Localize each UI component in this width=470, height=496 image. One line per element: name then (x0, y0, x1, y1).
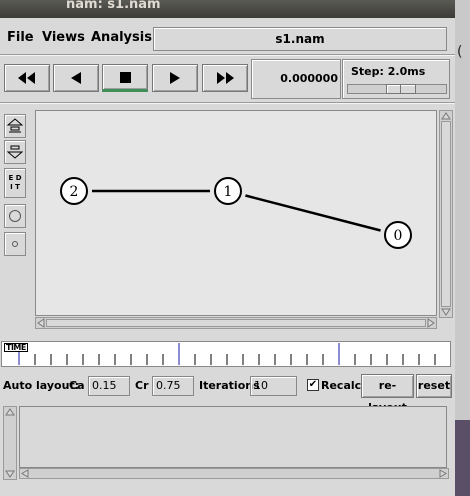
node-label: 2 (70, 184, 79, 200)
scroll-left-arrow-icon (21, 469, 29, 478)
node-label: 1 (224, 184, 233, 200)
node-1[interactable]: 1 (214, 177, 242, 205)
play-forward-button[interactable] (152, 64, 198, 92)
edit-label-line2: I T (10, 183, 20, 191)
ca-label: Ca (69, 379, 85, 392)
node-0[interactable]: 0 (384, 221, 412, 249)
zoom-out-icon (7, 145, 23, 159)
timeline-slider[interactable]: TIME (1, 341, 451, 367)
rewind-button[interactable] (4, 64, 50, 92)
play-backward-icon (71, 72, 81, 84)
network-graph: 2 1 0 (60, 177, 412, 249)
step-control: Step: 2.0ms (342, 59, 450, 99)
menu-file[interactable]: File (7, 30, 34, 45)
play-forward-icon (170, 72, 180, 84)
controls-separator (0, 102, 455, 104)
time-value: 0.000000 (280, 72, 338, 85)
relayout-button[interactable]: re-layout (361, 374, 414, 414)
play-backward-button[interactable] (53, 64, 99, 92)
tool-column: E DI T (0, 110, 28, 338)
zoom-in-icon (7, 118, 23, 133)
desktop-edge: ( (455, 0, 470, 496)
zoom-out-tool[interactable] (4, 140, 26, 164)
scroll-up-arrow-icon (441, 112, 451, 120)
large-node-tool[interactable] (4, 204, 26, 228)
canvas-vertical-thumb[interactable] (441, 121, 451, 307)
link-1-0[interactable] (245, 194, 381, 232)
check-icon: ✔ (308, 379, 318, 390)
menu-analysis[interactable]: Analysis (91, 30, 152, 45)
cr-input[interactable]: 0.75 (152, 376, 194, 396)
window-title: nam: s1.nam (66, 0, 161, 12)
filename-display: s1.nam (153, 27, 447, 51)
node-label: 0 (394, 228, 403, 244)
edit-label-line1: E D (8, 174, 22, 182)
time-display: 0.000000 (251, 59, 341, 99)
reset-button[interactable]: reset (416, 374, 452, 398)
timeline-ticks (18, 343, 436, 365)
iterations-input[interactable]: 10 (250, 376, 297, 396)
rewind-icon (18, 72, 35, 84)
step-label: Step: 2.0ms (351, 65, 426, 78)
recalc-checkbox[interactable]: ✔ (307, 379, 319, 391)
recalc-label: Recalc (321, 379, 362, 392)
scroll-right-arrow-icon (439, 469, 447, 478)
menu-analysis-label: Analysis (91, 30, 152, 45)
edit-tool[interactable]: E DI T (4, 168, 26, 198)
scroll-left-arrow-icon (37, 318, 45, 328)
title-bar[interactable]: nam: s1.nam (0, 0, 455, 18)
scroll-down-arrow-icon (5, 470, 15, 478)
zoom-in-tool[interactable] (4, 114, 26, 138)
network-canvas[interactable]: 2 1 0 (35, 110, 437, 316)
annotation-horizontal-scrollbar[interactable] (19, 468, 449, 479)
menu-bar: File Views Analysis s1.nam (0, 24, 455, 51)
desktop-glyph: ( (457, 44, 463, 60)
auto-layout-label: Auto layout: (3, 379, 80, 392)
small-circle-icon (12, 241, 18, 247)
fast-forward-button[interactable] (202, 64, 248, 92)
annotation-list[interactable] (19, 406, 447, 468)
stop-button[interactable] (102, 64, 148, 92)
step-slider-thumb[interactable] (386, 84, 416, 94)
node-2[interactable]: 2 (60, 177, 88, 205)
menu-views-label: Views (42, 30, 85, 45)
scroll-up-arrow-icon (5, 408, 15, 416)
canvas-vertical-scrollbar[interactable] (439, 110, 453, 318)
edit-tool-label: E DI T (8, 174, 21, 192)
fast-forward-icon (217, 72, 234, 84)
menu-views[interactable]: Views (42, 30, 85, 45)
scroll-right-arrow-icon (427, 318, 435, 328)
scroll-down-arrow-icon (441, 308, 451, 316)
cr-label: Cr (135, 379, 149, 392)
small-node-tool[interactable] (4, 232, 26, 256)
canvas-horizontal-scrollbar[interactable] (35, 317, 437, 329)
auto-layout-row: Auto layout: Ca 0.15 Cr 0.75 Iterations … (0, 374, 455, 414)
nam-window: File Views Analysis s1.nam 0.000000 Step… (0, 18, 455, 496)
step-slider[interactable] (347, 84, 447, 94)
canvas-horizontal-thumb[interactable] (46, 319, 426, 327)
menu-file-label: File (7, 30, 34, 45)
timeline-label[interactable]: TIME (4, 343, 28, 352)
large-circle-icon (9, 210, 21, 222)
ca-input[interactable]: 0.15 (88, 376, 130, 396)
annotation-vertical-scrollbar[interactable] (3, 406, 17, 480)
menu-separator (0, 54, 455, 56)
stop-icon (119, 71, 131, 83)
